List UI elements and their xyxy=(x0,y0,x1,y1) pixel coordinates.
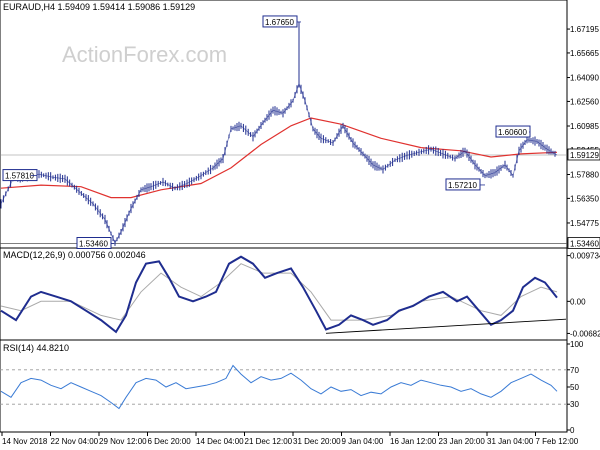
macd-trendline xyxy=(325,318,567,334)
chart-svg: ActionForex.com EURAUD,H4 1.59409 1.5941… xyxy=(0,0,600,446)
rsi-ytick-label: 100 xyxy=(570,340,584,349)
annotation-label: 1.57810 xyxy=(5,172,34,181)
rsi-header: RSI(14) 44.8210 xyxy=(3,343,69,353)
current-price-label: 1.59129 xyxy=(570,151,599,160)
xtick-label: 14 Dec 04:00 xyxy=(196,437,244,446)
xtick-label: 23 Jan 20:00 xyxy=(439,437,486,446)
price-line xyxy=(0,82,558,244)
macd-header: MACD(12,26,9) 0.000756 0.002046 xyxy=(3,250,146,260)
support-price-label: 1.53460 xyxy=(570,240,599,249)
annotation-label: 1.67650 xyxy=(265,18,294,27)
watermark: ActionForex.com xyxy=(62,42,227,67)
main-ytick-label: 1.65665 xyxy=(570,49,599,58)
xtick-label: 29 Nov 12:00 xyxy=(99,437,147,446)
rsi-ytick-label: 50 xyxy=(570,383,579,392)
macd-ytick-label: -0.006826 xyxy=(570,329,600,338)
annotation-label: 1.60600 xyxy=(498,128,527,137)
xtick-label: 9 Jan 04:00 xyxy=(342,437,384,446)
xtick-label: 21 Dec 12:00 xyxy=(245,437,293,446)
rsi-line xyxy=(0,364,558,410)
xtick-label: 16 Jan 12:00 xyxy=(390,437,437,446)
rsi-panel-frame xyxy=(0,339,568,433)
main-ytick-label: 1.67195 xyxy=(570,25,599,34)
macd-panel-frame xyxy=(0,247,568,341)
xtick-label: 31 Dec 20:00 xyxy=(293,437,341,446)
chart-stage: ActionForex.com EURAUD,H4 1.59409 1.5941… xyxy=(0,0,600,450)
xtick-label: 14 Nov 2018 xyxy=(2,437,48,446)
main-header: EURAUD,H4 1.59409 1.59414 1.59086 1.5912… xyxy=(3,2,195,12)
rsi-ytick-label: 0 xyxy=(570,426,575,435)
macd-layer xyxy=(0,255,567,334)
main-ytick-label: 1.57880 xyxy=(570,170,599,179)
annotation-label: 1.53460 xyxy=(79,240,108,249)
macd-ytick-label: 0.009734 xyxy=(570,252,600,261)
xtick-label: 7 Feb 12:00 xyxy=(536,437,579,446)
xtick-label: 31 Jan 04:00 xyxy=(487,437,534,446)
rsi-ytick-label: 30 xyxy=(570,400,579,409)
macd-line xyxy=(0,255,558,334)
main-ytick-label: 1.62560 xyxy=(570,97,599,106)
rsi-layer xyxy=(0,364,567,410)
xtick-label: 6 Dec 20:00 xyxy=(148,437,192,446)
main-ytick-label: 1.60985 xyxy=(570,122,599,131)
main-ytick-label: 1.64090 xyxy=(570,74,599,83)
main-ytick-label: 1.56350 xyxy=(570,194,599,203)
rsi-ytick-label: 70 xyxy=(570,366,579,375)
macd-ytick-label: 0.00 xyxy=(570,297,586,306)
main-ytick-label: 1.54775 xyxy=(570,219,599,228)
xtick-label: 22 Nov 04:00 xyxy=(51,437,99,446)
main-panel-frame xyxy=(0,0,568,249)
annotation-label: 1.57210 xyxy=(448,181,477,190)
